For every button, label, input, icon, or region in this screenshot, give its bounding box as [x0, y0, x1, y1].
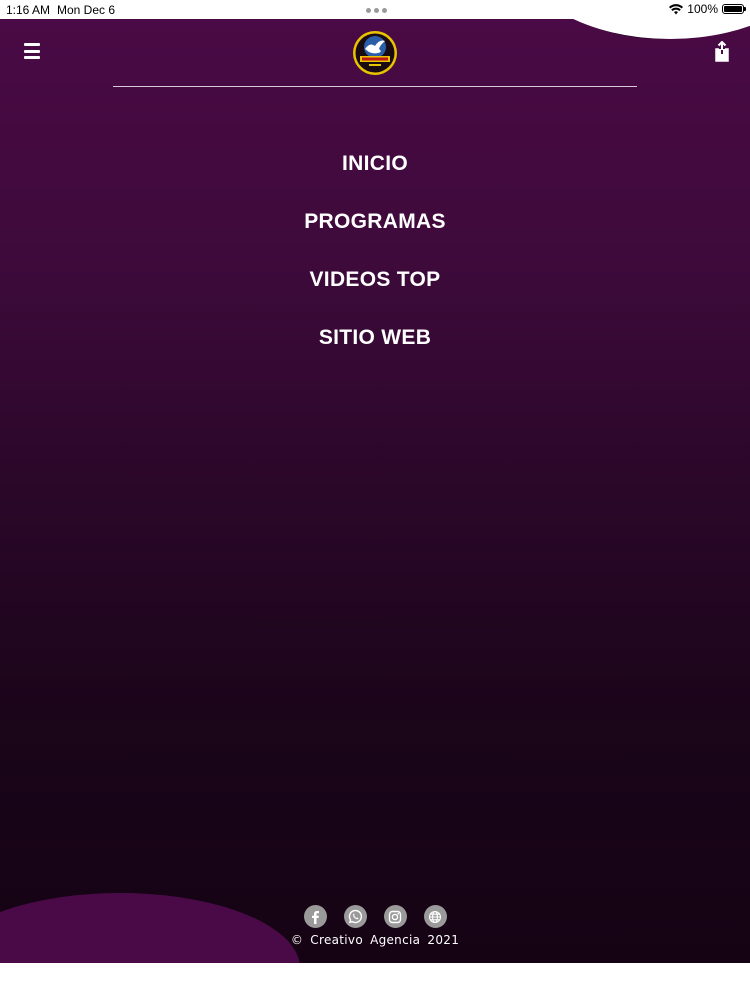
wifi-icon — [669, 3, 684, 14]
status-date: Mon Dec 6 — [57, 3, 116, 17]
multitasking-dots[interactable] — [366, 8, 387, 13]
globe-icon[interactable] — [423, 905, 447, 928]
facebook-icon[interactable] — [303, 905, 327, 928]
footer: © Creativo Agencia 2021 — [0, 905, 750, 947]
nav-item-programas[interactable]: PROGRAMAS — [304, 205, 446, 263]
status-bar: 1:16 AM Mon Dec 6 100% — [0, 0, 750, 19]
app-screen: INICIO PROGRAMAS VIDEOS TOP SITIO WEB © … — [0, 19, 750, 963]
battery-icon — [722, 4, 746, 14]
social-links — [303, 905, 447, 928]
nav-item-videos-top[interactable]: VIDEOS TOP — [310, 263, 441, 321]
copyright-text: © Creativo Agencia 2021 — [290, 933, 460, 947]
nav-item-sitio-web[interactable]: SITIO WEB — [319, 321, 431, 379]
nav-item-inicio[interactable]: INICIO — [342, 147, 408, 205]
decorative-blob-top-inner — [520, 19, 750, 39]
status-time: 1:16 AM — [6, 3, 51, 17]
dove-logo-icon[interactable] — [352, 30, 398, 76]
battery-percent: 100% — [687, 2, 718, 16]
header-divider — [113, 86, 637, 87]
hamburger-menu-icon[interactable] — [24, 43, 40, 59]
whatsapp-icon[interactable] — [343, 905, 367, 928]
main-nav: INICIO PROGRAMAS VIDEOS TOP SITIO WEB — [0, 147, 750, 379]
instagram-icon[interactable] — [383, 905, 407, 928]
share-icon[interactable] — [714, 41, 730, 63]
status-right: 100% — [669, 2, 746, 16]
